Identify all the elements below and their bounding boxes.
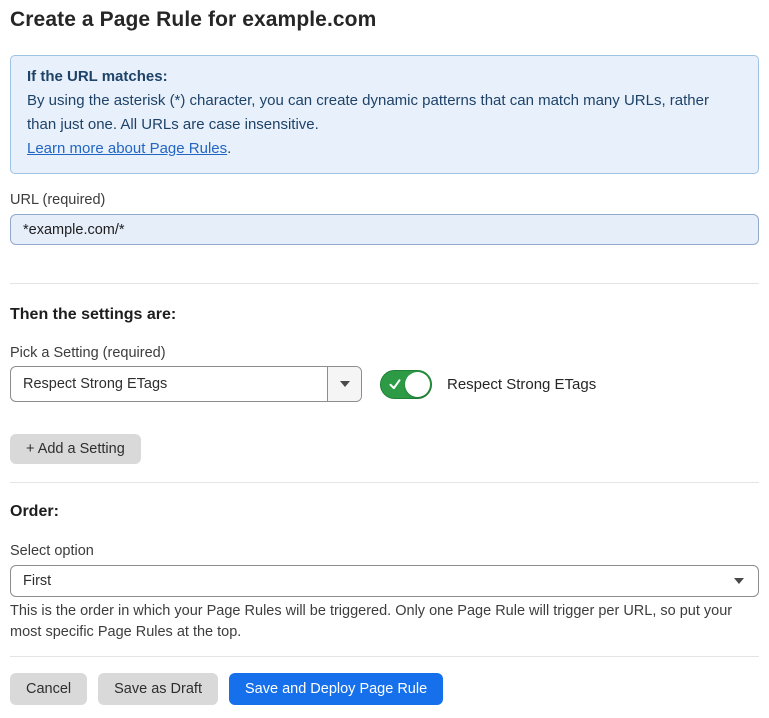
link-period: .	[227, 140, 231, 157]
chevron-down-icon	[734, 578, 744, 584]
order-select-label: Select option	[10, 542, 759, 560]
setting-select[interactable]: Respect Strong ETags	[10, 366, 362, 402]
pick-setting-label: Pick a Setting (required)	[10, 344, 759, 362]
setting-toggle-label: Respect Strong ETags	[447, 376, 596, 393]
cancel-button[interactable]: Cancel	[10, 673, 87, 705]
divider	[10, 656, 759, 657]
order-select-value: First	[11, 573, 51, 589]
page-title: Create a Page Rule for example.com	[10, 8, 759, 32]
setting-toggle[interactable]	[380, 370, 432, 399]
add-setting-button[interactable]: + Add a Setting	[10, 434, 141, 464]
setting-select-arrow-button[interactable]	[327, 367, 361, 401]
info-box-heading: If the URL matches:	[27, 65, 742, 89]
setting-row: Respect Strong ETags Respect Strong ETag…	[10, 366, 759, 402]
check-icon	[389, 379, 401, 390]
learn-more-link[interactable]: Learn more about Page Rules	[27, 140, 227, 157]
divider	[10, 283, 759, 284]
chevron-down-icon	[340, 381, 350, 387]
info-box-link-line: Learn more about Page Rules.	[27, 137, 742, 161]
save-as-draft-button[interactable]: Save as Draft	[98, 673, 218, 705]
order-section-heading: Order:	[10, 502, 759, 522]
info-box-body: By using the asterisk (*) character, you…	[27, 89, 742, 137]
create-page-rule-panel: Create a Page Rule for example.com If th…	[0, 0, 769, 705]
url-field-label: URL (required)	[10, 191, 759, 209]
save-and-deploy-button[interactable]: Save and Deploy Page Rule	[229, 673, 443, 705]
toggle-knob	[405, 372, 430, 397]
footer-button-row: Cancel Save as Draft Save and Deploy Pag…	[10, 673, 759, 705]
url-input[interactable]	[10, 214, 759, 245]
setting-select-value: Respect Strong ETags	[11, 376, 167, 392]
url-match-info-box: If the URL matches: By using the asteris…	[10, 55, 759, 174]
info-box-body-text: By using the asterisk (*) character, you…	[27, 92, 709, 133]
divider	[10, 482, 759, 483]
settings-section-heading: Then the settings are:	[10, 305, 759, 325]
order-help-text: This is the order in which your Page Rul…	[10, 601, 759, 643]
order-select[interactable]: First	[10, 565, 759, 597]
